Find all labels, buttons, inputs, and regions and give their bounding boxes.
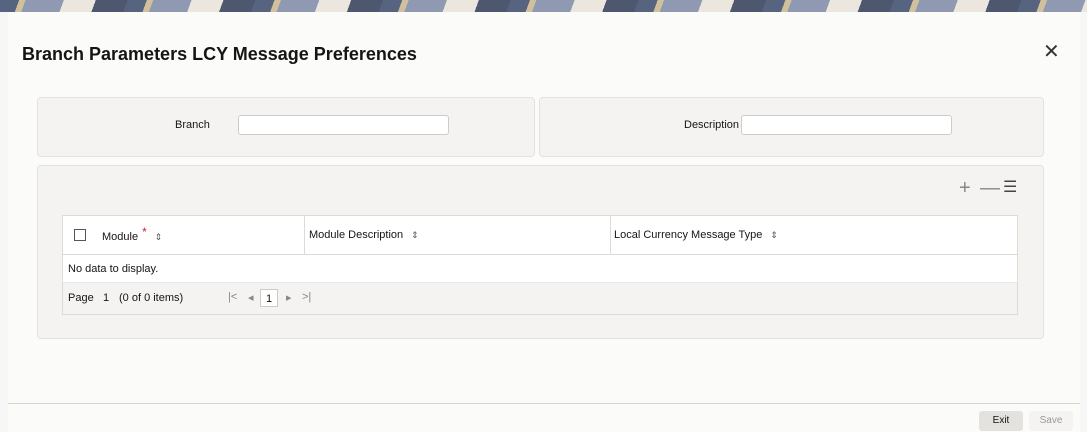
table-header: Module * ⇕ Module Description ⇕ Local Curre…: [63, 216, 1017, 255]
required-marker: *: [142, 225, 147, 239]
select-all-checkbox[interactable]: [74, 229, 86, 241]
branch-panel: Branch: [37, 97, 535, 157]
pagination: Page 1 (0 of 0 items) |< ◂ 1 ▸ >|: [63, 282, 1017, 314]
description-field[interactable]: [741, 115, 952, 135]
header-banner: [0, 0, 1087, 12]
data-table: Module * ⇕ Module Description ⇕ Local Curre…: [62, 215, 1018, 315]
description-label: Description: [684, 119, 740, 131]
branch-field[interactable]: [238, 115, 449, 135]
column-header-local-currency-message-type[interactable]: Local Currency Message Type ⇕: [614, 229, 778, 241]
exit-button[interactable]: Exit: [979, 411, 1023, 431]
current-page[interactable]: 1: [260, 289, 278, 307]
column-header-module-description[interactable]: Module Description ⇕: [309, 229, 419, 241]
page-label: Page: [68, 292, 94, 304]
items-count: (0 of 0 items): [119, 292, 184, 304]
minus-icon[interactable]: —: [980, 178, 1000, 198]
column-divider: [610, 216, 611, 254]
last-page-button[interactable]: >|: [302, 291, 311, 303]
sort-icon[interactable]: ⇕: [411, 230, 419, 240]
footer-divider: [8, 403, 1080, 404]
column-label: Module Description: [309, 229, 404, 241]
column-label: Local Currency Message Type: [614, 229, 763, 241]
sort-icon[interactable]: ⇕: [155, 232, 163, 242]
page-number-input[interactable]: 1: [103, 292, 109, 304]
column-divider: [304, 216, 305, 254]
column-header-module[interactable]: Module * ⇕: [102, 225, 163, 243]
save-button[interactable]: Save: [1029, 411, 1073, 431]
branch-label: Branch: [175, 119, 210, 131]
previous-page-button[interactable]: ◂: [248, 291, 254, 304]
next-page-button[interactable]: ▸: [286, 291, 292, 304]
close-icon[interactable]: ✕: [1043, 42, 1060, 62]
sort-icon[interactable]: ⇕: [770, 230, 778, 240]
page-title: Branch Parameters LCY Message Preference…: [22, 44, 417, 64]
list-icon[interactable]: ☰: [1003, 178, 1017, 198]
description-panel: Description: [539, 97, 1044, 157]
column-label: Module: [102, 231, 139, 243]
plus-icon[interactable]: +: [959, 178, 971, 198]
first-page-button[interactable]: |<: [228, 291, 237, 303]
empty-message: No data to display.: [68, 263, 159, 275]
